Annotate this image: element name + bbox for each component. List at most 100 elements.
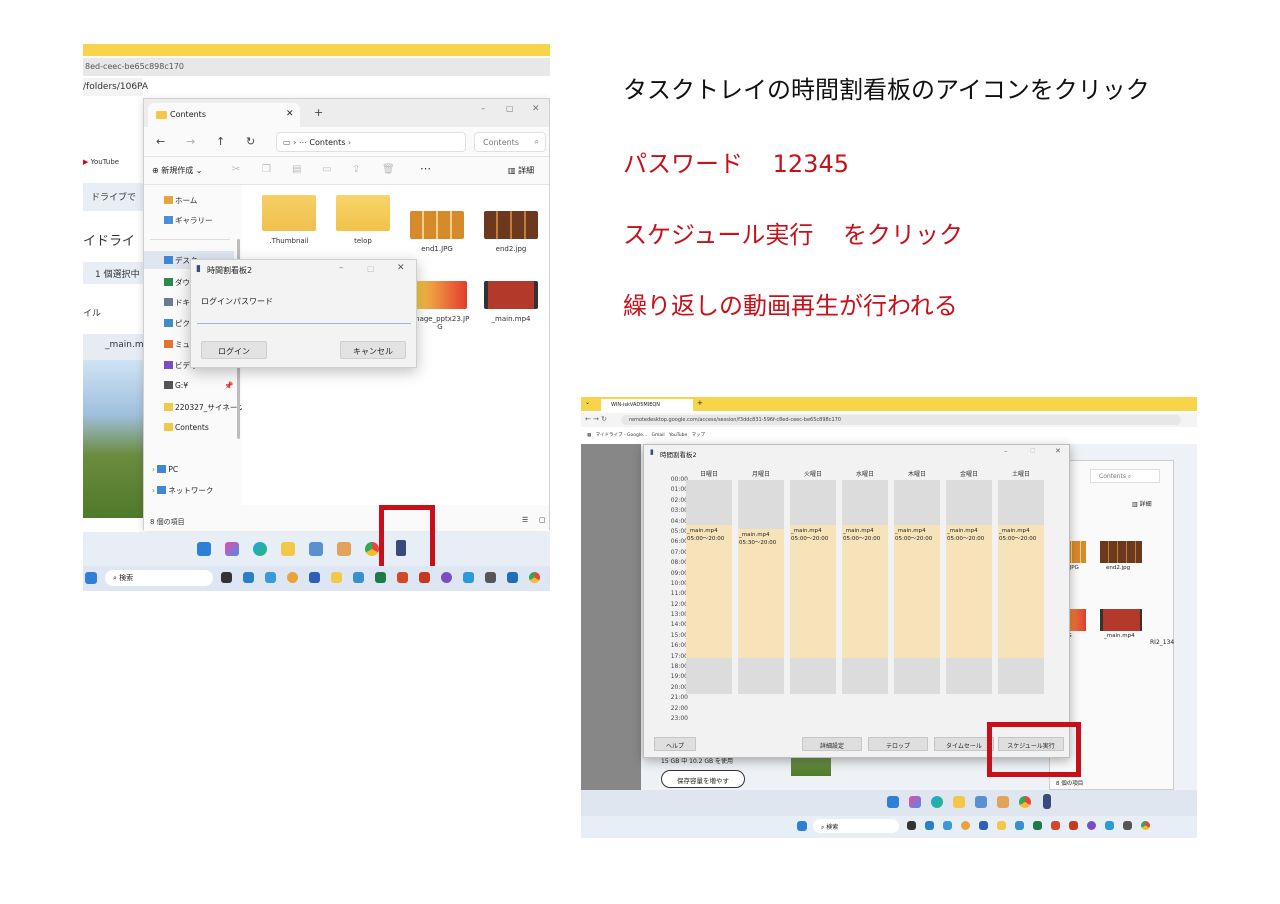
- app-icon[interactable]: [441, 572, 452, 583]
- close-tab-icon[interactable]: ✕: [286, 109, 294, 119]
- search-input[interactable]: Contents ⌕: [474, 132, 546, 152]
- excel-icon[interactable]: [375, 572, 386, 583]
- telop-button[interactable]: テロップ: [868, 737, 928, 751]
- chrome-icon[interactable]: [529, 572, 540, 583]
- bookmark-maps[interactable]: マップ: [692, 433, 706, 438]
- forward-arrow-icon[interactable]: →: [186, 135, 195, 148]
- minimize-icon[interactable]: –: [481, 104, 486, 114]
- edge-icon[interactable]: [931, 796, 943, 808]
- sidebar-item-network[interactable]: › ネットワーク: [152, 485, 213, 496]
- explorer-icon[interactable]: [953, 796, 965, 808]
- schedule-entry[interactable]: _main.mp4 05:00〜20:00: [790, 524, 836, 659]
- bookmark-youtube[interactable]: YouTube: [669, 433, 687, 438]
- day-column[interactable]: _main.mp4 05:00〜20:00: [790, 480, 836, 694]
- app-icon[interactable]: [1105, 821, 1114, 830]
- refresh-icon[interactable]: ↻: [246, 135, 255, 148]
- share-icon[interactable]: ⇪: [352, 164, 360, 175]
- app-icon[interactable]: [265, 572, 276, 583]
- help-button[interactable]: ヘルプ: [654, 737, 696, 751]
- minimize-icon[interactable]: –: [339, 263, 344, 273]
- day-column[interactable]: _main.mp4 05:00〜20:00: [686, 480, 732, 694]
- sidebar-item-signage[interactable]: 220327_サイネージ: [164, 402, 245, 413]
- tab-remote-desktop[interactable]: WIN-iskVAD5MIEQN: [601, 399, 693, 411]
- start-icon[interactable]: [197, 542, 211, 556]
- bookmark-youtube[interactable]: ▶ YouTube: [83, 158, 119, 166]
- paint-icon[interactable]: [337, 542, 351, 556]
- cut-icon[interactable]: ✂: [232, 164, 240, 175]
- paste-icon[interactable]: ▤: [292, 164, 301, 175]
- detail-settings-button[interactable]: 詳細設定: [802, 737, 862, 751]
- password-input[interactable]: [197, 310, 411, 324]
- jikanwari-kanban-icon[interactable]: [1043, 794, 1051, 809]
- copilot-icon[interactable]: [225, 542, 239, 556]
- close-icon[interactable]: ✕: [397, 263, 405, 273]
- bookmark-gmail[interactable]: Gmail: [652, 433, 665, 438]
- explorer-icon[interactable]: [281, 542, 295, 556]
- video-thumbnail[interactable]: [1100, 609, 1142, 631]
- app-icon[interactable]: [1015, 821, 1024, 830]
- sidebar-item-contents[interactable]: Contents: [164, 423, 209, 432]
- schedule-entry[interactable]: _main.mp4 05:00〜20:00: [842, 524, 888, 659]
- file-item[interactable]: end1.JPG: [410, 211, 464, 253]
- copy-icon[interactable]: ❐: [262, 164, 271, 175]
- tab-contents[interactable]: Contents ✕: [148, 103, 300, 127]
- chrome-icon[interactable]: [1019, 796, 1031, 808]
- copilot-icon[interactable]: [909, 796, 921, 808]
- main-file-row[interactable]: _main.m: [83, 334, 144, 360]
- schedule-entry[interactable]: _main.mp4 05:00〜20:00: [686, 524, 732, 659]
- start-icon[interactable]: [85, 572, 97, 584]
- explorer-icon[interactable]: [997, 821, 1006, 830]
- app-icon[interactable]: [507, 572, 518, 583]
- day-column[interactable]: _main.mp4 05:00〜20:00: [998, 480, 1044, 694]
- app-icon[interactable]: [925, 821, 934, 830]
- file-item[interactable]: .Thumbnail: [262, 195, 316, 245]
- excel-icon[interactable]: [1033, 821, 1042, 830]
- app-icon[interactable]: [485, 572, 496, 583]
- new-button[interactable]: ⊕ 新規作成 ⌄: [152, 165, 203, 176]
- back-arrow-icon[interactable]: ←: [156, 135, 165, 148]
- back-arrow-icon[interactable]: ← → ↻: [585, 415, 607, 423]
- close-icon[interactable]: ✕: [1055, 447, 1061, 455]
- file-item[interactable]: end2.jpg: [484, 211, 538, 253]
- word-icon[interactable]: [309, 572, 320, 583]
- word-icon[interactable]: [979, 821, 988, 830]
- up-arrow-icon[interactable]: ↑: [216, 135, 225, 148]
- taskview-icon[interactable]: [221, 572, 232, 583]
- new-tab-icon[interactable]: +: [314, 106, 323, 119]
- day-column[interactable]: _main.mp4 05:00〜20:00: [842, 480, 888, 694]
- address-input[interactable]: ▭ › ⋯ Contents ›: [276, 132, 466, 152]
- edge-icon[interactable]: [253, 542, 267, 556]
- chrome-icon[interactable]: [1141, 821, 1150, 830]
- schedule-entry[interactable]: _main.mp4 05:00〜20:00: [946, 524, 992, 659]
- file-item[interactable]: telop: [336, 195, 390, 245]
- app-icon[interactable]: [243, 572, 254, 583]
- start-icon[interactable]: [797, 821, 807, 831]
- taskbar-search[interactable]: ⌕ 検索: [105, 570, 213, 586]
- app-icon[interactable]: [1087, 821, 1096, 830]
- more-icon[interactable]: ⋯: [420, 162, 431, 175]
- maximize-icon[interactable]: ▢: [1030, 447, 1036, 454]
- search-input[interactable]: Contents ⌕: [1090, 469, 1160, 483]
- sidebar-item-drive-g[interactable]: G:¥ 📌: [164, 381, 233, 390]
- chrome-icon[interactable]: [961, 821, 970, 830]
- new-tab-icon[interactable]: +: [697, 399, 703, 407]
- schedule-entry[interactable]: _main.mp4 05:00〜20:00: [998, 524, 1044, 659]
- powerpoint-icon[interactable]: [1069, 821, 1078, 830]
- login-button[interactable]: ログイン: [201, 341, 267, 359]
- details-button[interactable]: ▥ 詳細: [1132, 499, 1152, 508]
- minimize-icon[interactable]: –: [1004, 447, 1008, 455]
- rename-icon[interactable]: ▭: [322, 164, 331, 175]
- taskbar-search[interactable]: ⌕ 検索: [813, 819, 899, 833]
- close-window-icon[interactable]: ✕: [532, 104, 540, 114]
- schedule-entry[interactable]: _main.mp4 05:00〜20:00: [894, 524, 940, 659]
- app-icon[interactable]: [397, 572, 408, 583]
- chrome-icon[interactable]: [287, 572, 298, 583]
- notepad-icon[interactable]: [975, 796, 987, 808]
- delete-icon[interactable]: 🗑: [382, 164, 395, 175]
- sidebar-item-pc[interactable]: › PC: [152, 465, 178, 474]
- notepad-icon[interactable]: [309, 542, 323, 556]
- file-item[interactable]: _main.mp4: [484, 281, 538, 323]
- sidebar-item-gallery[interactable]: ギャラリー: [164, 215, 213, 226]
- storage-button[interactable]: 保存容量を増やす: [661, 770, 745, 788]
- app-icon[interactable]: [463, 572, 474, 583]
